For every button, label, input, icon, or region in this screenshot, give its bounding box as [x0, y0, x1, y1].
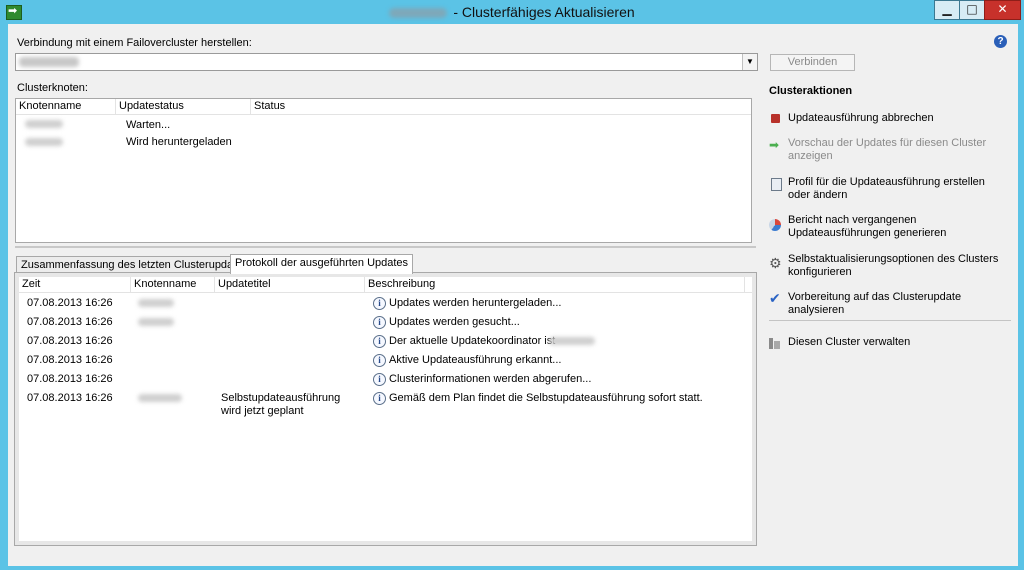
column-header-knotenname[interactable]: Knotenname — [16, 99, 116, 114]
action-manage-cluster[interactable]: Diesen Cluster verwalten — [769, 336, 1009, 352]
app-window: - Clusterfähiges Aktualisieren ▁ □ ✕ Ver… — [0, 0, 1024, 570]
title-bar: - Clusterfähiges Aktualisieren ▁ □ ✕ — [0, 0, 1024, 24]
log-description: Updates werden heruntergeladen... — [389, 297, 562, 309]
action-label: Diesen Cluster verwalten — [788, 336, 911, 348]
window-title-text: - Clusterfähiges Aktualisieren — [453, 4, 635, 20]
column-header-beschreibung[interactable]: Beschreibung — [365, 277, 745, 292]
stop-icon — [771, 114, 780, 123]
nodes-grid[interactable]: Knotenname Updatestatus Status Warten...… — [15, 98, 752, 243]
connect-button[interactable]: Verbinden — [770, 54, 855, 71]
chart-icon — [769, 219, 781, 231]
chevron-down-icon[interactable]: ▼ — [742, 54, 757, 70]
log-time: 07.08.2013 16:26 — [27, 354, 113, 366]
action-label: Profil für die Updateausführung erstelle… — [788, 176, 985, 201]
log-description: Updates werden gesucht... — [389, 316, 520, 328]
column-header-zeit[interactable]: Zeit — [19, 277, 131, 292]
node-status: Warten... — [126, 119, 171, 131]
info-icon: i — [373, 335, 386, 348]
gear-icon: ⚙ — [769, 256, 782, 272]
nodes-label: Clusterknoten: — [17, 82, 88, 94]
tab-log[interactable]: Protokoll der ausgeführten Updates — [230, 254, 414, 274]
arrow-right-icon: ➡ — [769, 138, 780, 152]
nodes-grid-header: Knotenname Updatestatus Status — [16, 99, 751, 115]
redacted-cluster-value — [19, 57, 79, 67]
column-header-updatestatus[interactable]: Updatestatus — [116, 99, 251, 114]
action-label: Vorschau der Updates für diesen Cluster … — [788, 137, 987, 162]
redacted-coordinator-name — [549, 337, 595, 345]
log-description: Aktive Updateausführung erkannt... — [389, 354, 562, 366]
column-header-knotenname[interactable]: Knotenname — [131, 277, 215, 292]
redacted-node-name — [25, 138, 63, 146]
action-create-profile[interactable]: Profil für die Updateausführung erstelle… — [769, 176, 1009, 204]
help-icon[interactable]: ? — [994, 35, 1007, 48]
action-cancel-update[interactable]: Updateausführung abbrechen — [769, 112, 1009, 128]
log-grid-header: Zeit Knotenname Updatetitel Beschreibung — [19, 277, 752, 293]
action-configure-self-updating[interactable]: ⚙ Selbstaktualisierungsoptionen des Clus… — [769, 253, 1009, 281]
document-icon — [771, 178, 782, 191]
action-label: Updateausführung abbrechen — [788, 112, 934, 124]
log-description: Der aktuelle Updatekoordinator ist — [389, 335, 556, 347]
log-update-title: Selbstupdateausführung wird jetzt geplan… — [221, 392, 341, 417]
minimize-button[interactable]: ▁ — [934, 0, 960, 20]
log-time: 07.08.2013 16:26 — [27, 297, 113, 309]
info-icon: i — [373, 373, 386, 386]
column-header-status[interactable]: Status — [251, 99, 751, 114]
redacted-node-name — [138, 318, 174, 326]
log-time: 07.08.2013 16:26 — [27, 392, 113, 404]
log-time: 07.08.2013 16:26 — [27, 373, 113, 385]
log-grid[interactable]: Zeit Knotenname Updatetitel Beschreibung… — [14, 272, 757, 546]
action-label: Vorbereitung auf das Clusterupdate analy… — [788, 291, 962, 316]
actions-separator — [769, 320, 1011, 321]
redacted-node-name — [138, 394, 182, 402]
action-label: Selbstaktualisierungsoptionen des Cluste… — [788, 253, 999, 278]
info-icon: i — [373, 392, 386, 405]
info-icon: i — [373, 297, 386, 310]
cluster-icon — [769, 338, 780, 349]
tab-summary[interactable]: Zusammenfassung des letzten Clusterupdat… — [16, 256, 253, 274]
node-status: Wird heruntergeladen — [126, 136, 232, 148]
maximize-button[interactable]: □ — [959, 0, 985, 20]
info-icon: i — [373, 316, 386, 329]
window-title: - Clusterfähiges Aktualisieren — [0, 4, 1024, 20]
column-header-updatetitel[interactable]: Updatetitel — [215, 277, 365, 292]
action-preview-updates[interactable]: ➡ Vorschau der Updates für diesen Cluste… — [769, 137, 1009, 165]
close-button[interactable]: ✕ — [984, 0, 1021, 20]
action-label: Bericht nach vergangenen Updateausführun… — [788, 214, 947, 239]
redacted-cluster-name — [389, 8, 448, 19]
connect-label: Verbindung mit einem Failovercluster her… — [17, 37, 252, 49]
checkmark-icon: ✔ — [769, 291, 781, 307]
redacted-node-name — [25, 120, 63, 128]
panel-splitter[interactable] — [15, 246, 756, 248]
info-icon: i — [373, 354, 386, 367]
log-description: Gemäß dem Plan findet die Selbstupdateau… — [389, 392, 703, 404]
redacted-node-name — [138, 299, 174, 307]
log-time: 07.08.2013 16:26 — [27, 335, 113, 347]
log-description: Clusterinformationen werden abgerufen... — [389, 373, 592, 385]
actions-title: Clusteraktionen — [769, 85, 853, 97]
log-time: 07.08.2013 16:26 — [27, 316, 113, 328]
cluster-combobox[interactable]: ▼ — [15, 53, 758, 71]
action-generate-report[interactable]: Bericht nach vergangenen Updateausführun… — [769, 214, 1009, 242]
action-analyze-readiness[interactable]: ✔ Vorbereitung auf das Clusterupdate ana… — [769, 291, 1009, 316]
